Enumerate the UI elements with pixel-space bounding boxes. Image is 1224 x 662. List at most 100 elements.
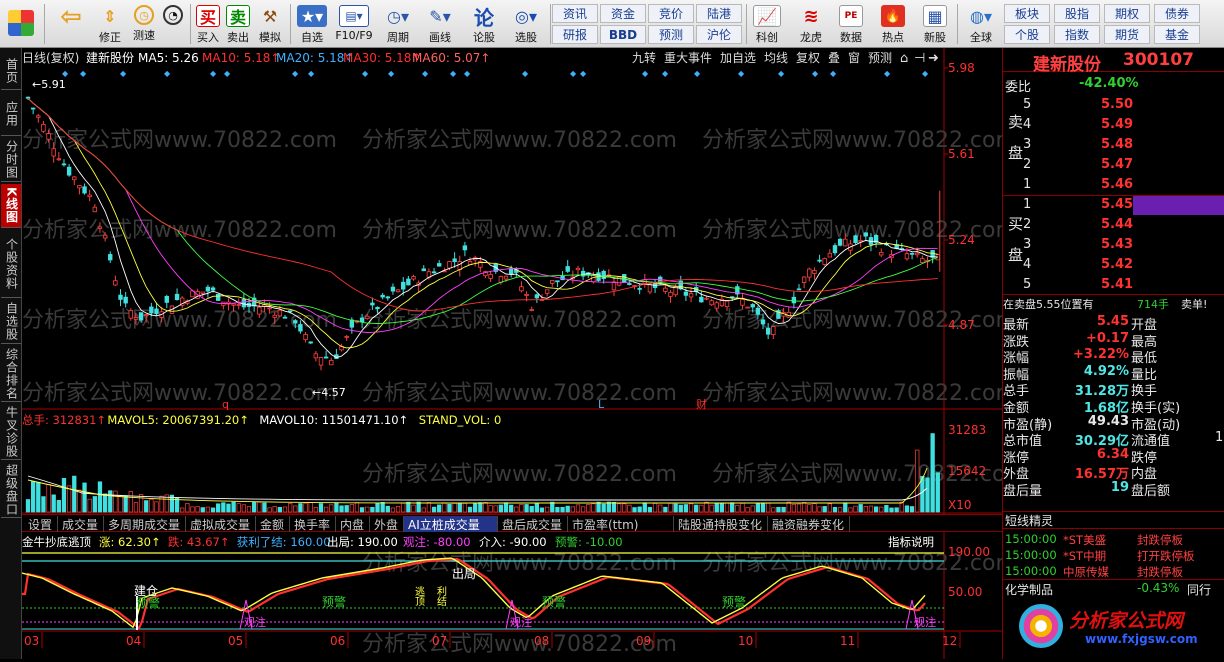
indicator-tab-10[interactable]: 市盈率(ttm) <box>568 516 674 532</box>
indicator-tab-0[interactable]: 设置 <box>24 516 58 532</box>
chart-button-3[interactable]: 均线 <box>764 51 788 65</box>
event-diamond-icon[interactable]: ◆ <box>224 69 231 78</box>
indicator-tab-12[interactable]: 融资融券变化 <box>768 516 850 532</box>
bonds-button[interactable]: 债券 <box>1154 4 1200 23</box>
simulate-button[interactable]: ⚒ 模拟 <box>255 2 285 46</box>
research-button[interactable]: 研报 <box>552 25 598 44</box>
dragon-tiger-button[interactable]: ≋ 龙虎 <box>794 2 828 46</box>
event-diamond-icon[interactable]: ◆ <box>388 69 395 78</box>
arrow-right-icon[interactable]: ➜ <box>928 51 939 66</box>
event-diamond-icon[interactable]: ◆ <box>62 69 69 78</box>
nav-item-0[interactable]: 首页 <box>1 52 21 90</box>
event-diamond-icon[interactable]: ◆ <box>210 69 217 78</box>
kline-chart[interactable]: 分析家公式网www.70822.com 分析家公式网www.70822.com 分析… <box>21 48 1027 659</box>
event-diamond-icon[interactable]: ◆ <box>812 69 819 78</box>
period-button[interactable]: ◷▾ 周期 <box>378 2 418 46</box>
clock-button[interactable]: ◔ <box>158 2 188 46</box>
event-diamond-icon[interactable]: ◆ <box>522 69 529 78</box>
lugang-button[interactable]: 陆港 <box>696 4 742 23</box>
event-diamond-icon[interactable]: ◆ <box>308 69 315 78</box>
nav-item-3[interactable]: K线图 <box>1 184 21 228</box>
event-diamond-icon[interactable]: ◆ <box>778 69 785 78</box>
index-futures-button[interactable]: 股指 <box>1054 4 1100 23</box>
select-stock-button[interactable]: ◎▾ 选股 <box>506 2 546 46</box>
new-stock-button[interactable]: ▦ 新股 <box>918 2 952 46</box>
hotspot-button[interactable]: 🔥 热点 <box>876 2 910 46</box>
indicator-tab-3[interactable]: 虚拟成交量 <box>186 516 256 532</box>
indicator-tab-11[interactable]: 陆股通持股变化 <box>674 516 768 532</box>
indicator-tab-4[interactable]: 金额 <box>256 516 290 532</box>
nav-item-8[interactable]: 超级盘口 <box>1 462 21 518</box>
nav-item-4[interactable]: 个股资料 <box>1 230 21 298</box>
funds-button[interactable]: 资金 <box>600 4 646 23</box>
event-diamond-icon[interactable]: ◆ <box>884 69 891 78</box>
fund-button[interactable]: 基金 <box>1154 25 1200 44</box>
bbd-button[interactable]: BBD <box>600 25 646 44</box>
event-diamond-icon[interactable]: ◆ <box>80 69 87 78</box>
buy-button[interactable]: 买买入 <box>194 2 222 46</box>
forecast-button[interactable]: 预测 <box>648 25 694 44</box>
event-diamond-icon[interactable]: ◆ <box>164 69 171 78</box>
lock-icon[interactable]: ⌂ <box>900 51 908 66</box>
chart-button-5[interactable]: 叠 <box>828 51 840 65</box>
speedtest-button[interactable]: ◷ 测速 <box>126 2 162 46</box>
nav-item-2[interactable]: 分时图 <box>1 138 21 182</box>
indicator-explain-button[interactable]: 指标说明 <box>888 535 934 549</box>
nav-item-7[interactable]: 牛叉诊股 <box>1 404 21 460</box>
sector-button[interactable]: 板块 <box>1004 4 1050 23</box>
futures-button[interactable]: 期货 <box>1104 25 1150 44</box>
event-diamond-icon[interactable]: ◆ <box>570 69 577 78</box>
nav-item-5[interactable]: 自选股 <box>1 300 21 344</box>
back-button[interactable]: ⇦ <box>56 2 86 46</box>
draw-line-button[interactable]: ✎▾ 画线 <box>422 2 458 46</box>
event-diamond-icon[interactable]: ◆ <box>464 69 471 78</box>
options-button[interactable]: 期权 <box>1104 4 1150 23</box>
chart-button-2[interactable]: 加自选 <box>720 51 756 65</box>
event-diamond-icon[interactable]: ◆ <box>292 69 299 78</box>
hulun-button[interactable]: 沪伦 <box>696 25 742 44</box>
chart-button-0[interactable]: 九转 <box>632 50 656 65</box>
nav-item-6[interactable]: 综合排名 <box>1 346 21 402</box>
data-button[interactable]: PE 数据 <box>834 2 868 46</box>
revise-button[interactable]: ⇕ 修正 <box>92 2 128 46</box>
pin-icon[interactable]: ⊣ <box>914 51 925 66</box>
global-button[interactable]: ◍▾ 全球 <box>960 2 1002 46</box>
indicator-tab-8[interactable]: AI立桩成交量 <box>404 516 498 532</box>
indicator-tab-7[interactable]: 外盘 <box>370 516 404 532</box>
kechuang-button[interactable]: 📈 科创 <box>750 2 784 46</box>
f10-button[interactable]: ▤▾ F10/F9 <box>334 2 374 46</box>
stock-button[interactable]: 个股 <box>1004 25 1050 44</box>
event-diamond-icon[interactable]: ◆ <box>450 69 457 78</box>
marker-q[interactable]: q <box>222 398 229 411</box>
index-button[interactable]: 指数 <box>1054 25 1100 44</box>
chart-canvas[interactable]: 分析家公式网www.70822.com 分析家公式网www.70822.com 分析… <box>21 48 1027 659</box>
nav-item-1[interactable]: 应用 <box>1 92 21 136</box>
event-diamond-icon[interactable]: ◆ <box>362 69 369 78</box>
event-diamond-icon[interactable]: ◆ <box>922 69 929 78</box>
event-diamond-icon[interactable]: ◆ <box>694 69 701 78</box>
auction-button[interactable]: 竞价 <box>648 4 694 23</box>
indicator-tab-6[interactable]: 内盘 <box>336 516 370 532</box>
discuss-button[interactable]: 论论股 <box>466 2 502 46</box>
chart-button-1[interactable]: 重大事件 <box>664 51 712 65</box>
chart-button-6[interactable]: 窗 <box>848 51 860 65</box>
marker-l[interactable]: L <box>598 398 605 411</box>
news-button[interactable]: 资讯 <box>552 4 598 23</box>
event-diamond-icon[interactable]: ◆ <box>422 69 429 78</box>
indicator-tab-9[interactable]: 盘后成交量 <box>498 516 568 532</box>
app-logo[interactable] <box>6 2 36 46</box>
event-diamond-icon[interactable]: ◆ <box>662 69 669 78</box>
chart-button-4[interactable]: 复权 <box>796 51 820 65</box>
chart-button-7[interactable]: 预测 <box>868 51 892 65</box>
sell-button[interactable]: 卖卖出 <box>224 2 252 46</box>
indicator-tab-2[interactable]: 多周期成交量 <box>104 516 186 532</box>
indicator-tab-1[interactable]: 成交量 <box>58 516 104 532</box>
event-diamond-icon[interactable]: ◆ <box>580 69 587 78</box>
event-diamond-icon[interactable]: ◆ <box>738 69 745 78</box>
event-diamond-icon[interactable]: ◆ <box>830 69 837 78</box>
watchlist-button[interactable]: ★▾ 自选 <box>294 2 330 46</box>
marker-cai[interactable]: 财 <box>696 397 707 411</box>
event-diamond-icon[interactable]: ◆ <box>120 69 127 78</box>
event-diamond-icon[interactable]: ◆ <box>642 69 649 78</box>
indicator-tab-5[interactable]: 换手率 <box>290 516 336 532</box>
